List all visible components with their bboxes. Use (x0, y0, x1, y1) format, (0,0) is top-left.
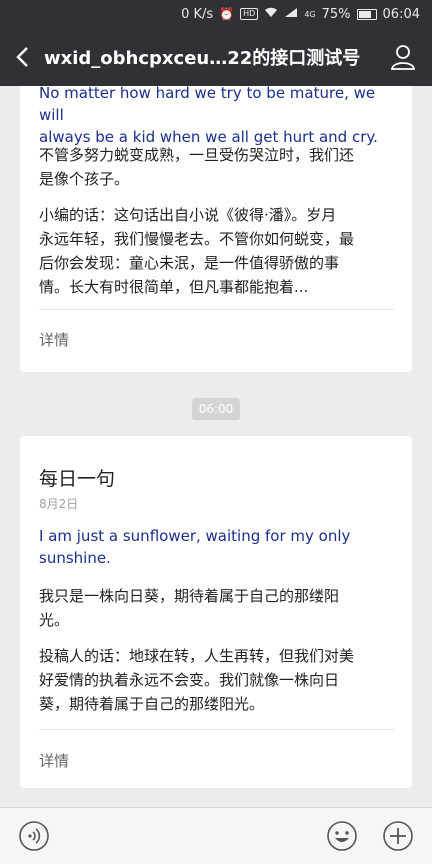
signal-icon (284, 7, 298, 21)
english-quote: I am just a sunflower, waiting for my on… (39, 525, 394, 569)
emoji-button[interactable] (326, 820, 358, 852)
battery-icon (356, 8, 377, 20)
detail-link[interactable]: 详情 (39, 750, 69, 771)
article-card[interactable]: No matter how hard we try to be mature, … (20, 84, 412, 372)
network-type: 4G (304, 9, 316, 19)
profile-button[interactable] (388, 42, 418, 72)
chinese-line: 不管多努力蜕变成熟，一旦受伤哭泣时，我们还 (39, 146, 355, 164)
card-title: 每日一句 (39, 468, 116, 490)
chat-title: wxid_obhcpxceu…22的接口测试号 (44, 48, 361, 69)
add-icon (383, 821, 413, 851)
chinese-line: 光。 (39, 611, 70, 629)
add-button[interactable] (382, 820, 414, 852)
detail-link[interactable]: 详情 (39, 329, 69, 350)
comment-line: 小编的话：这句话出自小说《彼得·潘》。岁月 (39, 206, 337, 224)
voice-button[interactable] (18, 820, 50, 852)
battery-percent: 75% (321, 6, 351, 22)
comment-line: 情。长大有时很简单，但凡事都能抱着... (39, 278, 309, 296)
voice-icon (19, 821, 49, 851)
input-bar (0, 807, 432, 864)
chinese-quote: 我只是一株向日葵，期待着属于自己的那缕阳 光。 (39, 584, 394, 632)
chat-header: wxid_obhcpxceu…22的接口测试号 (0, 28, 432, 86)
alarm-icon: ⏰ (219, 7, 235, 21)
english-line: I am just a sunflower, waiting for my on… (39, 527, 351, 545)
contributor-comment: 投稿人的话：地球在转，人生再转，但我们对美 好爱情的执着永远不会变。我们就像一株… (39, 644, 394, 716)
message-timestamp: 06:00 (192, 398, 240, 420)
chevron-left-icon (16, 47, 28, 67)
comment-line: 投稿人的话：地球在转，人生再转，但我们对美 (39, 647, 355, 665)
wifi-icon (264, 7, 278, 21)
comment-line: 葵，期待着属于自己的那缕阳光。 (39, 695, 265, 713)
divider (39, 729, 394, 730)
status-bar: 0 K/s ⏰ HD 4G 75% 06:04 (0, 0, 432, 28)
chinese-quote: 不管多努力蜕变成熟，一旦受伤哭泣时，我们还 是像个孩子。 (39, 143, 394, 191)
chinese-line: 我只是一株向日葵，期待着属于自己的那缕阳 (39, 587, 340, 605)
hd-icon: HD (240, 8, 259, 20)
emoji-icon (327, 821, 357, 851)
comment-line: 永远年轻，我们慢慢老去。不管你如何蜕变，最 (39, 230, 355, 248)
editor-comment: 小编的话：这句话出自小说《彼得·潘》。岁月 永远年轻，我们慢慢老去。不管你如何蜕… (39, 203, 394, 299)
person-icon (390, 45, 416, 70)
english-line: sunshine. (39, 549, 111, 567)
card-date: 8月2日 (39, 497, 79, 511)
english-quote: No matter how hard we try to be mature, … (39, 82, 394, 148)
comment-line: 好爱情的执着永远不会变。我们就像一株向日 (39, 671, 340, 689)
chinese-line: 是像个孩子。 (39, 170, 130, 188)
english-line: No matter how hard we try to be mature, … (39, 84, 376, 124)
clock: 06:04 (382, 6, 420, 22)
comment-line: 后你会发现：童心未泯，是一件值得骄傲的事 (39, 254, 340, 272)
divider (39, 309, 394, 310)
article-card[interactable]: 每日一句 8月2日 I am just a sunflower, waiting… (20, 436, 412, 788)
back-button[interactable] (0, 28, 44, 86)
net-speed: 0 K/s (181, 6, 214, 22)
battery-level (358, 10, 371, 18)
